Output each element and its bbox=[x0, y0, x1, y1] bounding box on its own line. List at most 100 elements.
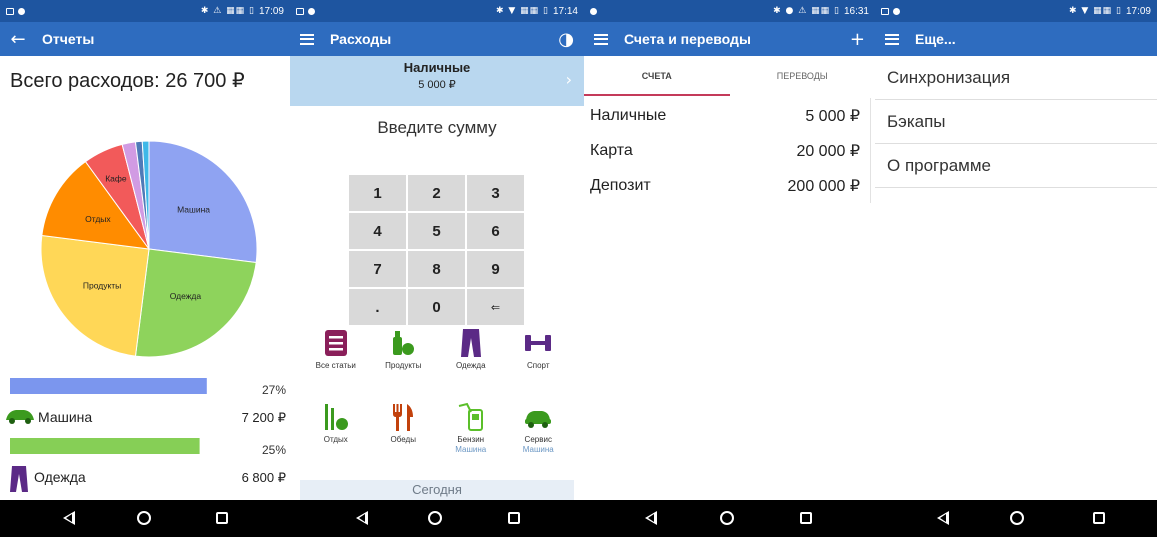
recents-icon[interactable] bbox=[1093, 512, 1105, 524]
account-name: Депозит bbox=[590, 176, 651, 194]
back-arrow-icon[interactable]: ← bbox=[10, 29, 26, 50]
account-row[interactable]: Депозит 200 000 ₽ bbox=[584, 168, 870, 203]
back-icon[interactable] bbox=[356, 511, 368, 525]
account-balance: 5 000 ₽ bbox=[418, 79, 456, 91]
home-icon[interactable] bbox=[428, 511, 442, 525]
back-icon[interactable] bbox=[63, 511, 75, 525]
system-icons: ✱ ▼ ▦▦ ▯ bbox=[1068, 6, 1122, 16]
menu-icon[interactable] bbox=[594, 33, 608, 45]
category-clothes[interactable]: Одежда bbox=[437, 328, 505, 398]
account-name: Наличные bbox=[590, 106, 667, 124]
system-nav-bar bbox=[0, 500, 1157, 537]
pie-slice[interactable] bbox=[40, 234, 150, 357]
back-icon[interactable] bbox=[645, 511, 657, 525]
add-icon[interactable]: + bbox=[850, 29, 865, 50]
menu-item-about[interactable]: О программе bbox=[875, 144, 1157, 188]
status-time: 17:09 bbox=[258, 5, 284, 17]
category-leisure[interactable]: Отдых bbox=[302, 402, 370, 472]
app-bar: Счета и переводы + bbox=[584, 22, 875, 56]
status-time: 17:14 bbox=[552, 5, 578, 17]
category-label: Спорт bbox=[527, 361, 550, 370]
leisure-icon bbox=[321, 402, 351, 432]
screen-title: Расходы bbox=[330, 31, 392, 47]
pie-slice-label: Кафе bbox=[105, 174, 127, 184]
menu-icon[interactable] bbox=[300, 33, 314, 45]
account-name: Карта bbox=[590, 141, 633, 159]
account-row[interactable]: Наличные 5 000 ₽ bbox=[584, 98, 870, 133]
category-sublabel: Машина bbox=[522, 445, 554, 454]
key-6[interactable]: 6 bbox=[467, 213, 524, 249]
pie-slice-label: Отдых bbox=[85, 214, 111, 224]
status-bar: ✱ ▼ ▦▦ ▯ 17:14 bbox=[290, 0, 584, 22]
category-name: Машина bbox=[38, 409, 92, 425]
amount-prompt: Введите сумму bbox=[377, 118, 497, 137]
category-label: Обеды bbox=[390, 435, 416, 444]
all-articles-icon bbox=[321, 328, 351, 358]
menu-item-backups[interactable]: Бэкапы bbox=[875, 100, 1157, 144]
percent-label: 25% bbox=[262, 443, 286, 457]
app-bar: ← Отчеты bbox=[0, 22, 290, 56]
key-5[interactable]: 5 bbox=[408, 213, 465, 249]
breakdown-row[interactable]: 27% Машина 7 200 ₽ bbox=[6, 378, 286, 425]
fuel-icon bbox=[456, 402, 486, 432]
key-0[interactable]: 0 bbox=[408, 289, 465, 325]
pie-slice[interactable] bbox=[148, 140, 258, 264]
key-9[interactable]: 9 bbox=[467, 251, 524, 287]
tab-accounts[interactable]: СЧЕТА bbox=[584, 56, 730, 96]
percent-bar bbox=[10, 378, 207, 394]
cutlery-icon bbox=[388, 402, 418, 432]
backspace-key[interactable]: ⇐ bbox=[467, 289, 524, 325]
key-2[interactable]: 2 bbox=[408, 175, 465, 211]
back-icon[interactable] bbox=[937, 511, 949, 525]
category-grid: Все статьи Продукты Одежда Спорт Отдых О… bbox=[302, 328, 572, 472]
recents-icon[interactable] bbox=[800, 512, 812, 524]
pie-slice-label: Машина bbox=[177, 205, 210, 215]
category-label: Продукты bbox=[385, 361, 422, 370]
category-all-articles[interactable]: Все статьи bbox=[302, 328, 370, 398]
account-row[interactable]: Карта 20 000 ₽ bbox=[584, 133, 870, 168]
category-breakdown: 27% Машина 7 200 ₽ 25% Одежда 6 800 ₽ bbox=[6, 378, 286, 492]
account-name: Наличные bbox=[403, 60, 471, 75]
percent-bar bbox=[10, 438, 200, 454]
category-fuel[interactable]: Бензин Машина bbox=[437, 402, 505, 472]
notification-dot-icon bbox=[590, 7, 597, 15]
category-label: Все статьи bbox=[315, 361, 356, 370]
category-groceries[interactable]: Продукты bbox=[370, 328, 438, 398]
car-icon bbox=[6, 410, 34, 424]
app-bar: Еще... bbox=[875, 22, 1157, 56]
category-label: Отдых bbox=[323, 435, 348, 444]
menu-icon[interactable] bbox=[885, 33, 899, 45]
category-lunches[interactable]: Обеды bbox=[370, 402, 438, 472]
pie-slice[interactable] bbox=[134, 248, 257, 358]
dumbbell-icon bbox=[523, 328, 553, 358]
pie-slice-label: Продукты bbox=[83, 280, 121, 290]
menu-item-sync[interactable]: Синхронизация bbox=[875, 56, 1157, 100]
pants-icon bbox=[456, 328, 486, 358]
key-decimal[interactable]: . bbox=[349, 289, 406, 325]
screen-title: Еще... bbox=[915, 31, 956, 47]
key-1[interactable]: 1 bbox=[349, 175, 406, 211]
tab-transfers[interactable]: ПЕРЕВОДЫ bbox=[730, 56, 876, 96]
key-8[interactable]: 8 bbox=[408, 251, 465, 287]
breakdown-row[interactable]: 25% Одежда 6 800 ₽ bbox=[10, 438, 286, 492]
home-icon[interactable] bbox=[137, 511, 151, 525]
total-expenses: Всего расходов: 26 700 ₽ bbox=[10, 70, 245, 92]
expense-pie-chart[interactable]: Машина Одежда Продукты Отдых Кафе bbox=[34, 134, 264, 364]
pie-chart-icon[interactable]: ◑ bbox=[558, 29, 574, 50]
expenses-screen: ✱ ▼ ▦▦ ▯ 17:14 Расходы ◑ Наличные 5 000 … bbox=[290, 0, 584, 500]
recents-icon[interactable] bbox=[508, 512, 520, 524]
category-sport[interactable]: Спорт bbox=[505, 328, 573, 398]
home-icon[interactable] bbox=[1010, 511, 1024, 525]
reports-screen: ✱ ⚠ ▦▦ ▯ 17:09 ← Отчеты Всего расходов: … bbox=[0, 0, 290, 500]
account-selector[interactable]: Наличные 5 000 ₽ › bbox=[290, 56, 584, 106]
recents-icon[interactable] bbox=[216, 512, 228, 524]
key-7[interactable]: 7 bbox=[349, 251, 406, 287]
app-bar: Расходы ◑ bbox=[290, 22, 584, 56]
key-4[interactable]: 4 bbox=[349, 213, 406, 249]
notification-dot-icon bbox=[893, 7, 900, 15]
status-bar: ✱ ▼ ▦▦ ▯ 17:09 bbox=[875, 0, 1157, 22]
key-3[interactable]: 3 bbox=[467, 175, 524, 211]
category-car-service[interactable]: Сервис Машина bbox=[505, 402, 573, 472]
category-label: Одежда bbox=[455, 361, 486, 370]
home-icon[interactable] bbox=[720, 511, 734, 525]
